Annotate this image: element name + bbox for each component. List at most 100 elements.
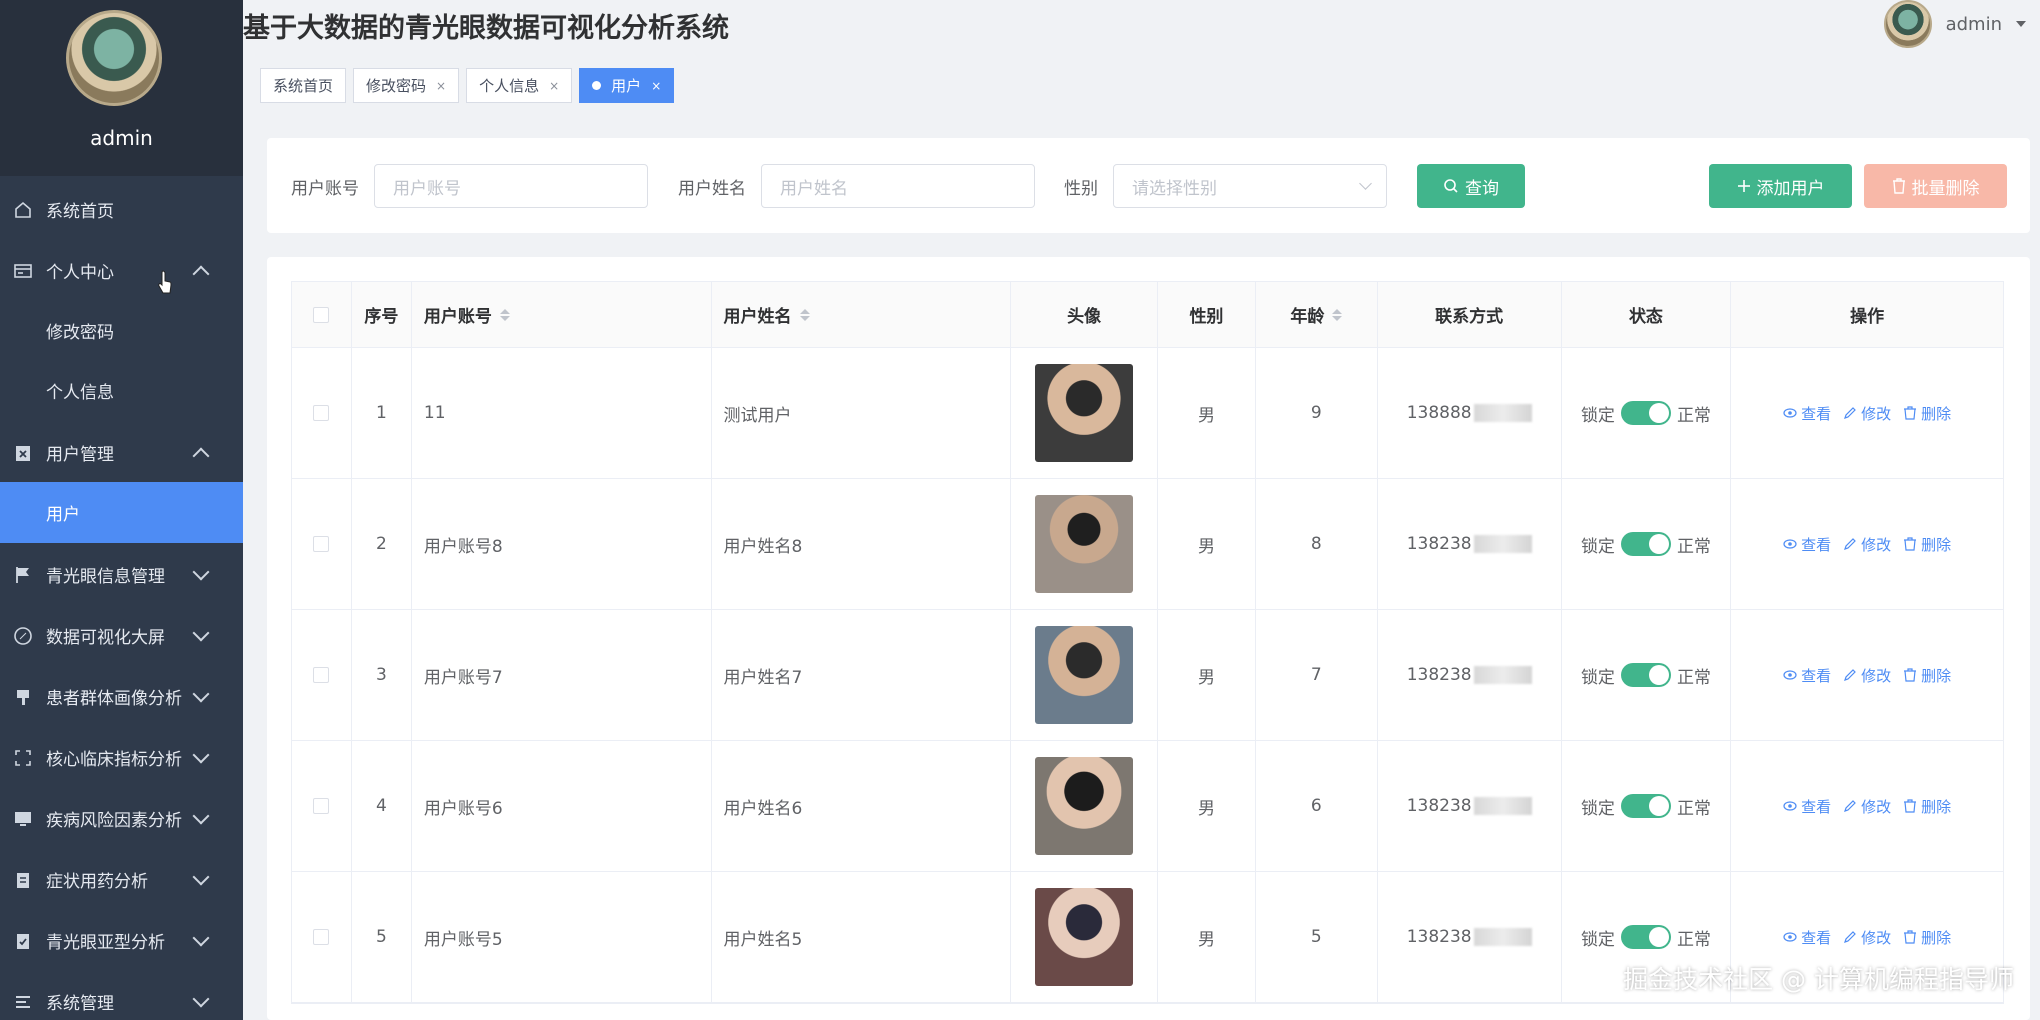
row-account: 用户账号8 xyxy=(412,479,712,609)
edit-icon xyxy=(1844,407,1857,419)
row-name: 测试用户 xyxy=(712,348,1012,478)
view-link[interactable]: 查看 xyxy=(1783,927,1831,948)
redacted-blur xyxy=(1473,928,1532,946)
sidebar-item-glaucoma-subtype[interactable]: 青光眼亚型分析 xyxy=(0,910,243,971)
caret-down-icon[interactable] xyxy=(2016,21,2026,27)
status-toggle[interactable] xyxy=(1620,925,1671,949)
user-photo[interactable] xyxy=(1035,888,1134,986)
sidebar-item-users[interactable]: 用户 xyxy=(0,482,243,543)
status-toggle[interactable] xyxy=(1620,794,1671,818)
sidebar-item-glaucoma-info[interactable]: 青光眼信息管理 xyxy=(0,544,243,605)
edit-link[interactable]: 修改 xyxy=(1843,796,1891,817)
avatar[interactable] xyxy=(66,10,162,106)
header-account[interactable]: 用户账号 xyxy=(412,282,712,347)
tab-users[interactable]: 用户 × xyxy=(579,68,675,103)
search-icon xyxy=(1444,179,1458,193)
close-icon[interactable]: × xyxy=(549,79,559,93)
status-toggle[interactable] xyxy=(1620,663,1671,687)
normal-label: 正常 xyxy=(1676,929,1711,950)
sidebar-item-label: 青光眼亚型分析 xyxy=(46,933,165,953)
sidebar-item-clinical-indicators[interactable]: 核心临床指标分析 xyxy=(0,727,243,788)
edit-label: 修改 xyxy=(1861,797,1892,816)
edit-link[interactable]: 修改 xyxy=(1843,927,1891,948)
sidebar-item-patient-portrait[interactable]: 患者群体画像分析 xyxy=(0,666,243,727)
row-checkbox[interactable] xyxy=(313,798,330,814)
tab-change-password[interactable]: 修改密码 × xyxy=(353,68,460,103)
row-checkbox[interactable] xyxy=(313,536,330,552)
trash-icon xyxy=(1904,668,1917,682)
row-age: 6 xyxy=(1256,741,1378,871)
hand-cursor-icon xyxy=(158,270,172,294)
chevron-down-icon xyxy=(192,624,210,642)
redacted-blur xyxy=(1473,404,1532,422)
normal-label: 正常 xyxy=(1676,798,1711,819)
table-body: 1 11 测试用户男 9 138888 锁定 正常 查看 修改 删除 2 用户账号8 用户姓名8 男 8 13… xyxy=(292,348,2003,1003)
query-button[interactable]: 查询 xyxy=(1417,164,1525,208)
close-icon[interactable]: × xyxy=(651,79,661,93)
edit-link[interactable]: 修改 xyxy=(1843,665,1891,686)
row-checkbox[interactable] xyxy=(313,667,330,683)
delete-link[interactable]: 删除 xyxy=(1903,665,1951,686)
sort-icon[interactable] xyxy=(1332,308,1343,321)
header-age[interactable]: 年龄 xyxy=(1256,282,1378,347)
view-link[interactable]: 查看 xyxy=(1783,796,1831,817)
status-toggle[interactable] xyxy=(1620,532,1671,556)
sidebar-item-label: 系统管理 xyxy=(46,994,114,1014)
row-checkbox[interactable] xyxy=(313,405,330,421)
view-link[interactable]: 查看 xyxy=(1783,665,1831,686)
phone-number: 138888 xyxy=(1406,403,1472,423)
sidebar-item-personal-info[interactable]: 个人信息 xyxy=(0,360,243,421)
sidebar-item-symptom-medication[interactable]: 症状用药分析 xyxy=(0,849,243,910)
user-photo[interactable] xyxy=(1035,757,1134,855)
view-link[interactable]: 查看 xyxy=(1783,403,1831,424)
add-user-button[interactable]: 添加用户 xyxy=(1709,164,1852,208)
row-contact: 138238 xyxy=(1378,479,1562,609)
delete-link[interactable]: 删除 xyxy=(1903,534,1951,555)
batch-delete-button[interactable]: 批量删除 xyxy=(1864,164,2007,208)
close-icon[interactable]: × xyxy=(436,79,446,93)
name-input[interactable]: 用户姓名 xyxy=(761,164,1035,208)
select-all-checkbox[interactable] xyxy=(313,306,330,323)
row-checkbox[interactable] xyxy=(313,929,330,945)
account-input[interactable]: 用户账号 xyxy=(374,164,648,208)
sidebar-item-user-management[interactable]: 用户管理 xyxy=(0,422,243,483)
user-menu[interactable]: admin xyxy=(1883,0,2040,48)
edit-link[interactable]: 修改 xyxy=(1843,403,1891,424)
tab-personal-info[interactable]: 个人信息 × xyxy=(466,68,573,103)
delete-link[interactable]: 删除 xyxy=(1903,796,1951,817)
sidebar-item-risk-factors[interactable]: 疾病风险因素分析 xyxy=(0,788,243,849)
card-icon xyxy=(12,260,34,282)
header-name[interactable]: 用户姓名 xyxy=(712,282,1012,347)
edit-link[interactable]: 修改 xyxy=(1843,534,1891,555)
sidebar-item-data-screen[interactable]: 数据可视化大屏 xyxy=(0,605,243,666)
phone-number: 138238 xyxy=(1406,927,1472,947)
sidebar-item-system-management[interactable]: 系统管理 xyxy=(0,971,243,1020)
sidebar-item-label: 个人中心 xyxy=(46,263,114,283)
delete-link[interactable]: 删除 xyxy=(1903,403,1951,424)
tab-home[interactable]: 系统首页 xyxy=(260,68,347,103)
sort-icon[interactable] xyxy=(499,308,510,321)
row-status: 锁定 正常 xyxy=(1562,741,1732,871)
view-link[interactable]: 查看 xyxy=(1783,534,1831,555)
sidebar-item-personal-center[interactable]: 个人中心 xyxy=(0,240,243,301)
row-avatar-cell xyxy=(1011,610,1158,740)
edit-icon xyxy=(1844,538,1857,550)
user-photo[interactable] xyxy=(1035,364,1134,462)
delete-link[interactable]: 删除 xyxy=(1903,927,1951,948)
view-label: 查看 xyxy=(1801,404,1832,423)
user-name[interactable]: admin xyxy=(1946,14,2002,35)
normal-label: 正常 xyxy=(1676,536,1711,557)
sidebar-item-change-password[interactable]: 修改密码 xyxy=(0,300,243,361)
sort-icon[interactable] xyxy=(799,308,810,321)
row-avatar-cell xyxy=(1011,741,1158,871)
sidebar-item-home[interactable]: 系统首页 xyxy=(0,179,243,240)
sidebar-item-label: 修改密码 xyxy=(46,323,114,343)
eye-icon xyxy=(1783,670,1797,680)
sidebar-item-label: 疾病风险因素分析 xyxy=(46,811,182,831)
status-toggle[interactable] xyxy=(1620,401,1671,425)
avatar[interactable] xyxy=(1883,0,1932,48)
user-photo[interactable] xyxy=(1035,495,1134,593)
gender-select[interactable]: 请选择性别 xyxy=(1113,164,1387,208)
user-photo[interactable] xyxy=(1035,626,1134,724)
user-table: 序号 用户账号 用户姓名 头像 性别 年龄 联系方式 状态 操作 1 11 测试用户… xyxy=(291,281,2004,1004)
